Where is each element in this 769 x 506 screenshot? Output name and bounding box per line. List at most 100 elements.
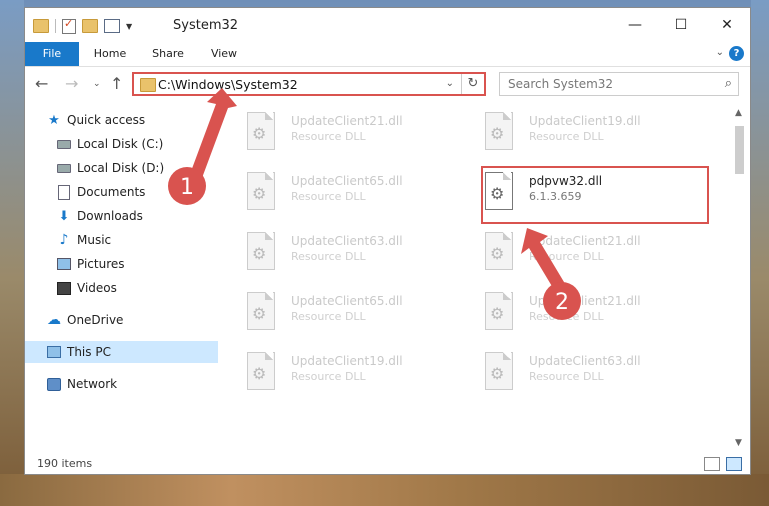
file-name: UpdateClient19.dll [529, 114, 641, 128]
tab-view[interactable]: View [203, 42, 245, 66]
network-icon [47, 377, 61, 391]
maximize-button[interactable]: ☐ [658, 8, 704, 42]
folder-icon [140, 78, 156, 92]
sidebar-item-videos[interactable]: Videos 📌 [25, 277, 218, 299]
sidebar-item-label: Pictures [77, 257, 125, 271]
file-item[interactable]: ⚙ UpdateClient19.dll Resource DLL [463, 108, 683, 158]
sidebar-item-network[interactable]: Network [25, 373, 218, 395]
quick-access-toolbar: ▼ [33, 17, 132, 34]
dll-file-icon: ⚙ [485, 292, 515, 332]
tab-share[interactable]: Share [143, 42, 193, 66]
file-item[interactable]: ⚙ UpdateClient19.dll Resource DLL [225, 348, 445, 398]
explorer-window: ▼ System32 — ☐ ✕ File Home Share View ⌄ … [24, 7, 751, 475]
scrollbar-thumb[interactable] [735, 126, 744, 174]
views-icon[interactable] [104, 19, 120, 33]
file-description: Resource DLL [529, 370, 604, 383]
onedrive-icon: ☁ [47, 312, 61, 328]
sidebar-item-local-disk-c[interactable]: Local Disk (C:) 📌 [25, 133, 218, 155]
search-box[interactable]: Search System32 ⌕ [499, 72, 739, 96]
file-description: Resource DLL [529, 250, 604, 263]
sidebar-item-label: Local Disk (D:) [77, 161, 165, 175]
search-input[interactable]: Search System32 [508, 77, 613, 91]
scroll-up-icon[interactable]: ▲ [735, 108, 742, 118]
sidebar-item-label: Local Disk (C:) [77, 137, 164, 151]
window-controls: — ☐ ✕ [612, 8, 750, 42]
toolbar-divider [55, 19, 56, 33]
back-button[interactable]: ← [35, 74, 48, 93]
window-title: System32 [173, 18, 239, 33]
file-item[interactable]: ⚙ UpdateClient21.dll Resource DLL [463, 228, 683, 278]
file-name: UpdateClient21.dll [291, 114, 403, 128]
file-item[interactable]: ⚙ UpdateClient65.dll Resource DLL [225, 288, 445, 338]
sidebar-item-label: Music [77, 233, 112, 247]
music-icon: ♪ [59, 232, 69, 248]
sidebar-item-label: OneDrive [67, 313, 124, 327]
properties-icon[interactable] [62, 17, 76, 34]
sidebar-item-label: This PC [67, 345, 111, 359]
file-description: Resource DLL [291, 310, 366, 323]
this-pc-icon [47, 345, 61, 359]
item-count: 190 items [37, 457, 93, 470]
address-path[interactable]: C:\Windows\System32 [158, 77, 298, 92]
qat-dropdown-icon[interactable]: ▼ [126, 22, 132, 31]
help-button[interactable]: ? [729, 46, 744, 61]
file-description: Resource DLL [291, 370, 366, 383]
large-icons-view-icon[interactable] [726, 457, 742, 471]
tab-file[interactable]: File [25, 42, 79, 66]
dll-file-icon: ⚙ [247, 232, 277, 272]
dll-file-icon: ⚙ [485, 112, 515, 152]
navigation-bar: ← → ⌄ ↑ C:\Windows\System32 ⌄ ↻ Search S… [25, 68, 750, 100]
disk-icon [57, 161, 71, 175]
file-item[interactable]: ⚙ UpdateClient63.dll Resource DLL [225, 228, 445, 278]
sidebar-item-music[interactable]: ♪ Music 📌 [25, 229, 218, 251]
file-name: UpdateClient63.dll [291, 234, 403, 248]
vertical-scrollbar[interactable]: ▲ ▼ [731, 106, 748, 450]
ribbon: File Home Share View ⌄ ? [25, 42, 750, 67]
file-name: UpdateClient21.dll [529, 234, 641, 248]
new-folder-icon[interactable] [82, 19, 98, 33]
file-description: Resource DLL [529, 310, 604, 323]
recent-locations-button[interactable]: ⌄ [93, 79, 101, 89]
sidebar-item-this-pc[interactable]: This PC [25, 341, 218, 363]
address-dropdown-icon[interactable]: ⌄ [446, 78, 454, 89]
dll-file-icon: ⚙ [485, 232, 515, 272]
navigation-pane: ★ Quick access Local Disk (C:) 📌 Local D… [25, 106, 218, 450]
documents-icon [57, 184, 71, 200]
sidebar-item-documents[interactable]: Documents 📌 [25, 181, 218, 203]
file-description: Resource DLL [291, 190, 366, 203]
forward-button[interactable]: → [65, 74, 78, 93]
file-description: Resource DLL [291, 130, 366, 143]
up-button[interactable]: ↑ [110, 74, 123, 93]
pictures-icon [57, 257, 71, 271]
sidebar-item-quick-access[interactable]: ★ Quick access [25, 109, 218, 131]
file-name: UpdateClient65.dll [291, 174, 403, 188]
scroll-down-icon[interactable]: ▼ [735, 438, 742, 448]
desktop-background-left [0, 0, 24, 506]
chevron-down-icon[interactable]: ⌄ [716, 47, 724, 58]
details-view-icon[interactable] [704, 457, 720, 471]
sidebar-item-pictures[interactable]: Pictures 📌 [25, 253, 218, 275]
file-item[interactable]: ⚙ UpdateClient21.dll Resource DLL [225, 108, 445, 158]
minimize-button[interactable]: — [612, 8, 658, 42]
sidebar-item-local-disk-d[interactable]: Local Disk (D:) 📌 [25, 157, 218, 179]
sidebar-item-label: Documents [77, 185, 146, 199]
file-list: ⚙ UpdateClient21.dll Resource DLL ⚙ Upda… [225, 106, 735, 450]
tab-home[interactable]: Home [87, 42, 133, 66]
file-highlight-box [481, 166, 709, 224]
file-item[interactable]: ⚙ UpdateClient65.dll Resource DLL [225, 168, 445, 218]
file-name: UpdateClient21.dll [529, 294, 641, 308]
downloads-icon: ⬇ [58, 208, 70, 224]
sidebar-item-label: Videos [77, 281, 117, 295]
star-icon: ★ [48, 112, 60, 128]
sidebar-item-onedrive[interactable]: ☁ OneDrive [25, 309, 218, 331]
disk-icon [57, 137, 71, 151]
file-name: UpdateClient63.dll [529, 354, 641, 368]
address-bar[interactable]: C:\Windows\System32 ⌄ ↻ [132, 72, 486, 96]
search-icon: ⌕ [724, 76, 732, 91]
file-item[interactable]: ⚙ UpdateClient63.dll Resource DLL [463, 348, 683, 398]
folder-icon [33, 19, 49, 33]
sidebar-item-downloads[interactable]: ⬇ Downloads 📌 [25, 205, 218, 227]
refresh-button[interactable]: ↻ [461, 74, 484, 94]
file-item[interactable]: ⚙ UpdateClient21.dll Resource DLL [463, 288, 683, 338]
close-button[interactable]: ✕ [704, 8, 750, 42]
